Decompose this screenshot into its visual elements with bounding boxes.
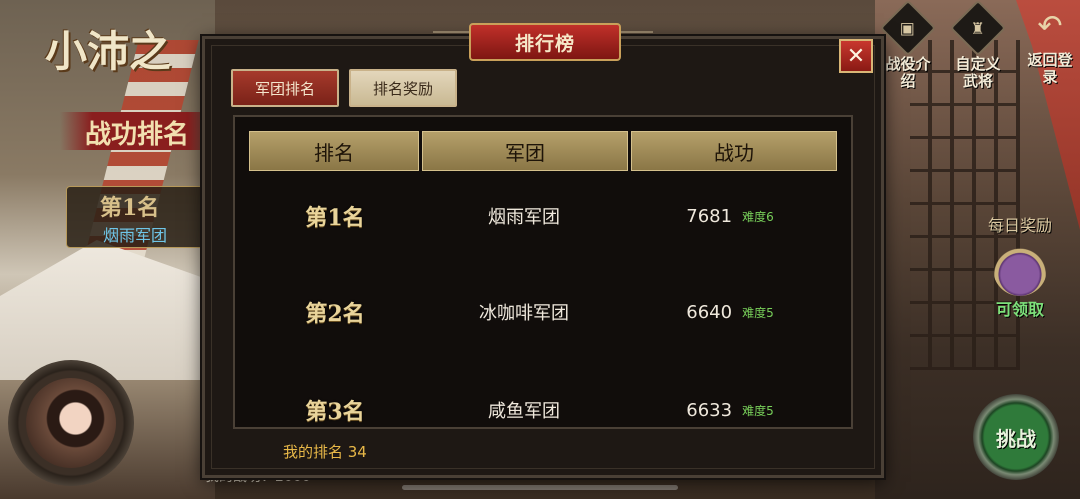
rank-banner-label: 战功排名 xyxy=(85,120,190,150)
leader-badge-rank: 第1名 xyxy=(100,195,160,221)
return-login-label: 返回登录 xyxy=(1027,51,1073,86)
daily-reward-button[interactable]: 每日奖励 可领取 xyxy=(980,212,1060,320)
tab-label: 排名奖励 xyxy=(372,79,433,98)
power-value: 7681 xyxy=(686,205,733,227)
custom-general-icon: ♜ xyxy=(949,0,1007,57)
leader-badge-team: 烟雨军团 xyxy=(103,226,168,245)
legion-cell: 咸鱼军团 xyxy=(488,401,560,422)
daily-reward-title: 每日奖励 xyxy=(987,216,1052,235)
rank-cell: 第1名 xyxy=(305,205,365,231)
table-row[interactable]: 第1名 烟雨军团 7681 难度6 xyxy=(249,191,839,241)
daily-reward-status: 可领取 xyxy=(995,300,1044,319)
leaderboard-modal: 排行榜 ✕ 军团排名 排名奖励 排名 军团 战功 第1名 烟雨军团 7681 难… xyxy=(202,23,884,478)
difficulty-tag: 难度6 xyxy=(742,209,774,224)
ranking-table[interactable]: 排名 军团 战功 第1名 烟雨军团 7681 难度6 第2名 冰咖啡军团 664… xyxy=(233,115,853,429)
column-header-rank: 排名 xyxy=(249,131,419,171)
table-header: 排名 军团 战功 xyxy=(249,131,837,171)
custom-general-button[interactable]: ♜ 自定义武将 xyxy=(949,0,1007,100)
tab-label: 军团排名 xyxy=(254,79,315,98)
stage-title: 小沛之 xyxy=(45,27,172,76)
return-login-button[interactable]: ↶ 返回登录 xyxy=(1022,8,1078,100)
return-arrow-icon: ↶ xyxy=(1037,8,1063,44)
table-row[interactable]: 第3名 咸鱼军团 6633 难度5 xyxy=(249,385,839,427)
modal-title-text: 排行榜 xyxy=(514,32,575,55)
difficulty-tag: 难度5 xyxy=(742,305,774,320)
power-cell: 7681 难度6 xyxy=(627,206,833,227)
challenge-button[interactable]: 挑战 xyxy=(973,394,1059,480)
battle-intro-icon: ▣ xyxy=(879,0,937,57)
home-indicator xyxy=(402,485,678,490)
rank-cell: 第3名 xyxy=(305,399,365,425)
ribbon-wing-left xyxy=(433,31,473,51)
battle-intro-button[interactable]: ▣ 战役介绍 xyxy=(879,0,937,100)
tab-legion-ranking[interactable]: 军团排名 xyxy=(231,69,339,107)
close-icon: ✕ xyxy=(846,43,866,69)
custom-general-label: 自定义武将 xyxy=(955,55,1001,90)
battle-intro-label: 战役介绍 xyxy=(885,55,931,90)
power-value: 6633 xyxy=(686,399,733,421)
legion-cell: 烟雨军团 xyxy=(488,207,560,228)
challenge-label: 挑战 xyxy=(996,426,1036,451)
legion-cell: 冰咖啡军团 xyxy=(479,303,569,324)
power-cell: 6640 难度5 xyxy=(627,302,833,323)
modal-title: 排行榜 xyxy=(469,23,621,61)
table-row[interactable]: 第2名 冰咖啡军团 6640 难度5 xyxy=(249,287,839,337)
column-header-power: 战功 xyxy=(631,131,837,171)
close-button[interactable]: ✕ xyxy=(839,39,873,73)
my-rank-text: 我的排名 34 xyxy=(283,443,367,461)
power-value: 6640 xyxy=(686,301,733,323)
column-header-legion: 军团 xyxy=(422,131,628,171)
rank-cell: 第2名 xyxy=(305,301,365,327)
difficulty-tag: 难度5 xyxy=(742,403,774,418)
avatar[interactable] xyxy=(26,378,116,468)
reward-bag-icon xyxy=(993,242,1047,296)
tab-ranking-rewards[interactable]: 排名奖励 xyxy=(349,69,457,107)
power-cell: 6633 难度5 xyxy=(627,400,833,421)
